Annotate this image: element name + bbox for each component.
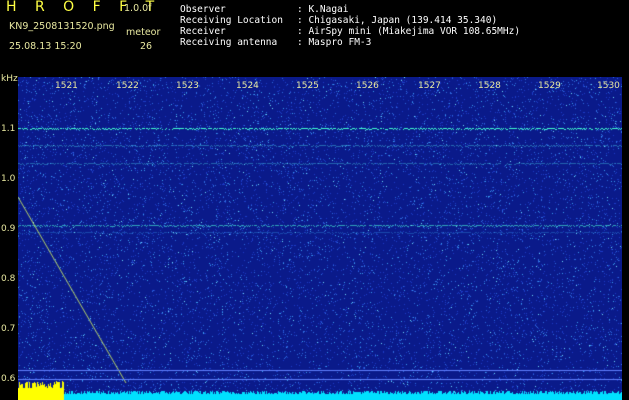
time-tick-label: 1522 — [116, 81, 139, 91]
meteor-label: meteor — [126, 27, 161, 38]
time-tick-label: 1523 — [176, 81, 199, 91]
y-tick-label: 1.1 — [1, 124, 16, 134]
y-tick-label: 0.8 — [1, 274, 16, 284]
antenna-label: Receiving antenna — [180, 37, 278, 48]
antenna-value: : Maspro FM-3 — [297, 37, 372, 48]
time-tick-label: 1525 — [296, 81, 319, 91]
time-tick-label: 1527 — [418, 81, 441, 91]
y-tick-label: 1.0 — [1, 174, 16, 184]
time-tick-label: 1529 — [538, 81, 561, 91]
y-tick-label: 0.7 — [1, 324, 16, 334]
meteor-count: 26 — [140, 41, 153, 52]
app-version: 1.0.0f — [124, 3, 152, 14]
file-name: KN9_2508131520.png — [9, 21, 115, 32]
date-time: 25.08.13 15:20 — [9, 41, 82, 52]
y-tick-label: 0.9 — [1, 224, 16, 234]
time-tick-label: 1526 — [356, 81, 379, 91]
time-tick-label: 1521 — [55, 81, 78, 91]
time-tick-label: 1528 — [478, 81, 501, 91]
time-tick-label: 1524 — [236, 81, 259, 91]
time-tick-label: 1530 — [597, 81, 620, 91]
waterfall-spectrogram — [18, 77, 622, 400]
hroft-window: H R O F F T 1.0.0f KN9_2508131520.png me… — [0, 0, 629, 400]
y-axis-unit: kHz — [1, 74, 18, 84]
y-tick-label: 0.6 — [1, 374, 16, 384]
